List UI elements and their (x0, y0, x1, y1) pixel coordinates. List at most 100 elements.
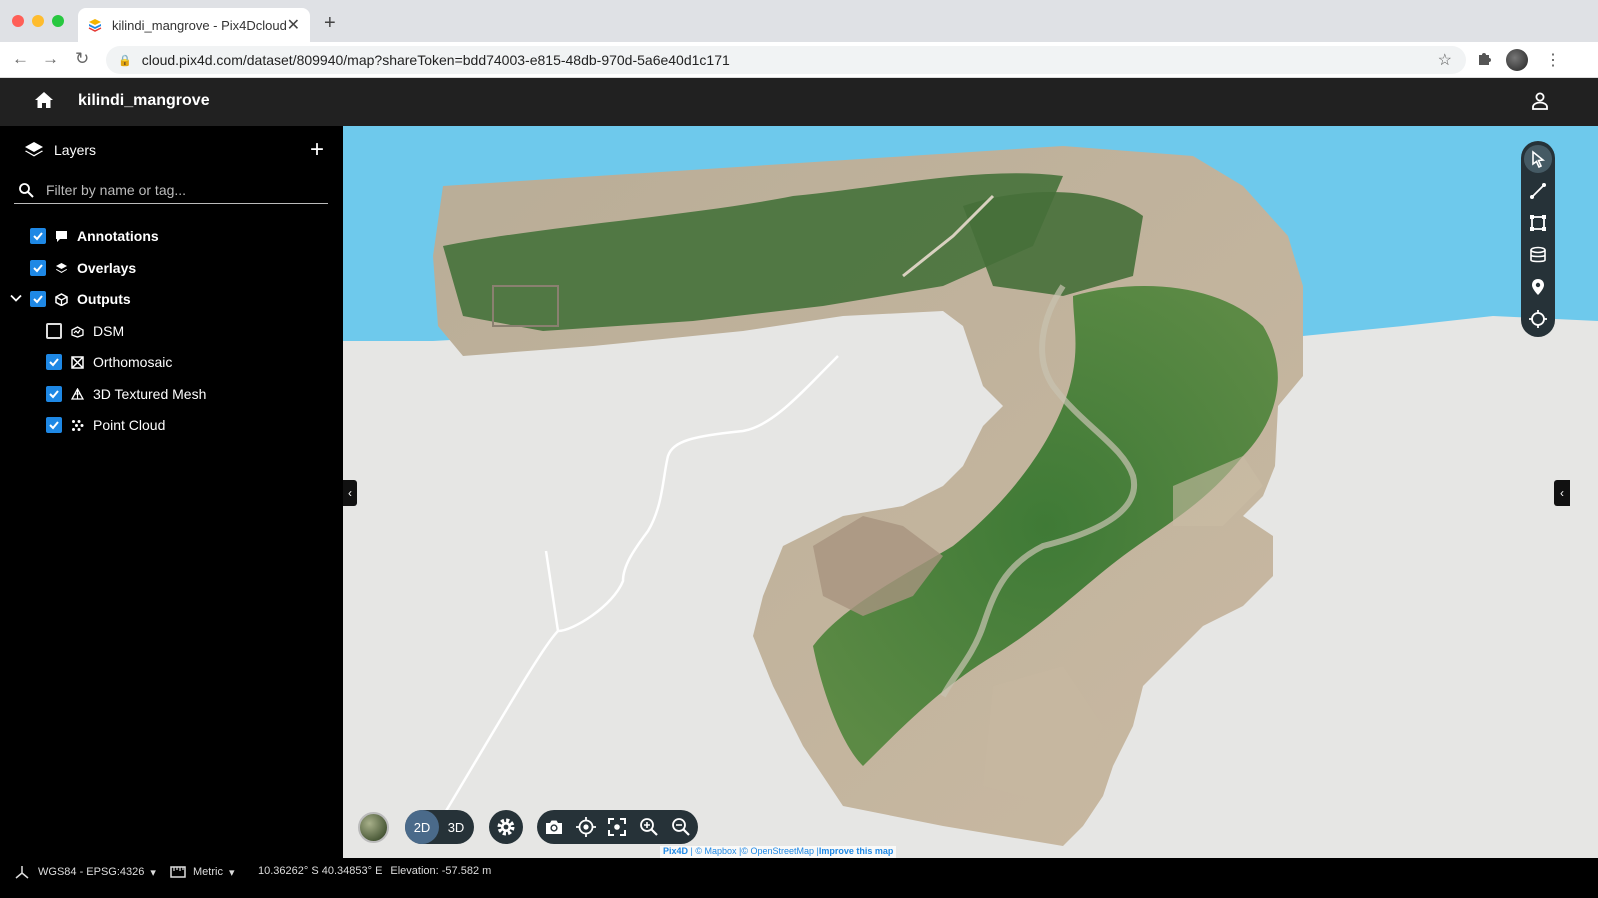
units-selector[interactable]: Metric ▾ (170, 865, 234, 879)
improve-map-link[interactable]: Improve this map (819, 846, 894, 856)
target-icon (575, 817, 596, 837)
cursor-icon (1532, 150, 1546, 168)
address-bar[interactable]: 🔒 cloud.pix4d.com/dataset/809940/map?sha… (106, 46, 1466, 74)
output-dsm[interactable]: DSM (46, 321, 124, 341)
close-window-button[interactable] (12, 15, 24, 27)
output-label: 3D Textured Mesh (93, 386, 207, 402)
measure-tools-panel (1521, 141, 1555, 337)
coordinates-text: 10.36262° S 40.34853° E (258, 865, 383, 877)
filter-input[interactable] (46, 181, 316, 198)
ruler-icon (170, 866, 186, 878)
map-view-tools (537, 810, 698, 844)
cube-icon (54, 292, 68, 306)
map-pin-icon (1532, 278, 1544, 295)
crs-label: WGS84 - EPSG:4326 (38, 866, 145, 878)
output-point-cloud[interactable]: Point Cloud (46, 415, 165, 435)
browser-menu-icon[interactable]: ⋮ (1545, 50, 1561, 70)
app-header: kilindi_mangrove (0, 78, 1598, 126)
crs-selector[interactable]: WGS84 - EPSG:4326 ▾ (14, 865, 156, 879)
marker-tool[interactable] (1524, 273, 1552, 301)
elevation-text: Elevation: -57.582 m (390, 865, 492, 877)
layer-label: Overlays (77, 260, 137, 276)
view-3d-button[interactable]: 3D (439, 810, 473, 844)
view-2d-button[interactable]: 2D (405, 810, 439, 844)
output-3d-mesh[interactable]: 3D Textured Mesh (46, 384, 206, 404)
pix4d-link[interactable]: Pix4D (663, 846, 688, 856)
orthomosaic-icon (70, 355, 84, 369)
tab-title: kilindi_mangrove - Pix4Dcloud (112, 17, 287, 33)
user-account-icon[interactable] (1530, 91, 1550, 111)
outputs-checkbox[interactable] (30, 291, 46, 307)
layer-overlays[interactable]: Overlays (30, 258, 136, 278)
dsm-icon (70, 324, 84, 338)
browser-tab-strip: kilindi_mangrove - Pix4Dcloud ✕ + (0, 0, 1598, 42)
new-tab-button[interactable]: + (324, 12, 336, 35)
focus-frame-icon (608, 818, 627, 836)
minimize-window-button[interactable] (32, 15, 44, 27)
my-location-button[interactable] (570, 810, 602, 844)
road-line (544, 550, 560, 632)
output-label: Orthomosaic (93, 354, 173, 370)
extensions-puzzle-icon[interactable] (1476, 50, 1492, 71)
collapse-sidebar-button[interactable]: ‹ (343, 480, 357, 506)
add-layer-button[interactable]: + (310, 136, 324, 164)
maximize-window-button[interactable] (52, 15, 64, 27)
chevron-down-icon[interactable] (10, 292, 22, 307)
mapbox-link[interactable]: | © Mapbox | (688, 846, 742, 856)
profile-avatar[interactable] (1506, 49, 1528, 71)
basemap-switcher[interactable] (358, 812, 389, 843)
dsm-checkbox[interactable] (46, 323, 62, 339)
output-orthomosaic[interactable]: Orthomosaic (46, 352, 172, 372)
zoom-out-icon (672, 818, 690, 836)
search-icon (19, 182, 34, 198)
screenshot-button[interactable] (538, 810, 570, 844)
crosshair-icon (1529, 309, 1547, 328)
settings-button[interactable] (489, 810, 523, 844)
layer-label: Annotations (77, 228, 159, 244)
home-icon[interactable] (34, 90, 54, 110)
zoom-in-button[interactable] (633, 810, 665, 844)
annotations-checkbox[interactable] (30, 228, 46, 244)
osm-link[interactable]: © OpenStreetMap | (741, 846, 819, 856)
layer-outputs[interactable]: Outputs (30, 289, 131, 309)
map-canvas[interactable] (343, 126, 1598, 858)
camera-icon (545, 820, 562, 834)
overlays-checkbox[interactable] (30, 260, 46, 276)
database-volume-icon (1530, 246, 1546, 263)
forward-arrow-icon[interactable]: → (42, 49, 59, 69)
browser-toolbar: ← → ↻ 🔒 cloud.pix4d.com/dataset/809940/m… (0, 42, 1598, 78)
layers-header: Layers (24, 140, 96, 160)
layer-annotations[interactable]: Annotations (30, 226, 159, 246)
locate-tool[interactable] (1524, 305, 1552, 333)
layers-sidebar: Layers + Annotations Overlays Outputs DS… (0, 126, 343, 858)
dropdown-arrow-icon: ▾ (150, 866, 156, 879)
polygon-tool[interactable] (1524, 209, 1552, 237)
output-label: DSM (93, 323, 125, 339)
point-cloud-checkbox[interactable] (46, 417, 62, 433)
layer-label: Outputs (77, 291, 131, 307)
axes-icon (15, 866, 29, 879)
layers-icon (54, 261, 68, 275)
back-arrow-icon[interactable]: ← (12, 49, 29, 69)
select-pointer-tool[interactable] (1524, 145, 1552, 173)
zoom-out-button[interactable] (665, 810, 697, 844)
zoom-in-icon (640, 818, 659, 836)
layers-icon (25, 142, 43, 157)
dropdown-arrow-icon: ▾ (228, 866, 235, 879)
bookmark-star-icon[interactable]: ☆ (1438, 50, 1452, 70)
volume-tool[interactable] (1524, 241, 1552, 269)
expand-right-panel-button[interactable]: ‹ (1554, 480, 1570, 506)
polyline-tool[interactable] (1524, 177, 1552, 205)
cursor-coordinates: 10.36262° S 40.34853° E Elevation: -57.5… (258, 865, 491, 877)
gear-icon (497, 818, 515, 836)
map-viewport[interactable]: Pix4D | © Mapbox |© OpenStreetMap |Impro… (343, 126, 1598, 858)
layers-title: Layers (54, 142, 97, 158)
close-tab-icon[interactable]: ✕ (287, 15, 300, 35)
mesh-checkbox[interactable] (46, 386, 62, 402)
orthomosaic-checkbox[interactable] (46, 354, 62, 370)
comment-icon (54, 229, 68, 243)
browser-tab[interactable]: kilindi_mangrove - Pix4Dcloud ✕ (78, 8, 310, 42)
fit-to-extent-button[interactable] (602, 810, 634, 844)
reload-icon[interactable]: ↻ (75, 49, 89, 69)
pix4d-favicon-icon (88, 19, 102, 32)
